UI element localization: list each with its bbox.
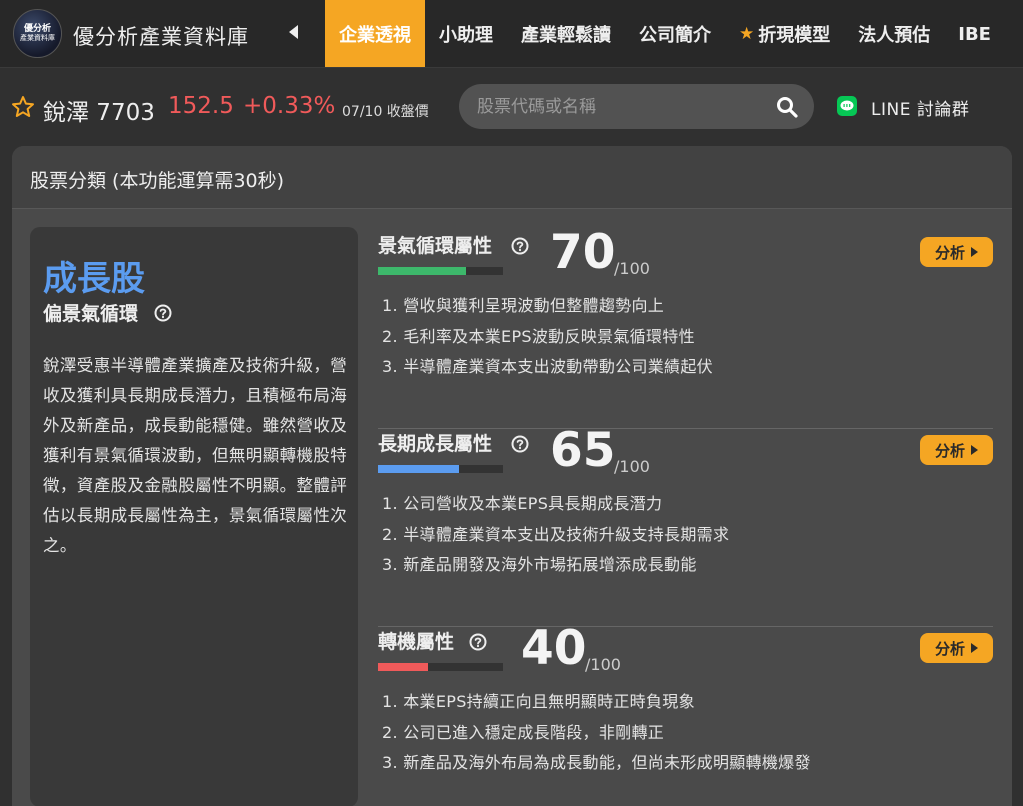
attribute-score-max: /100 bbox=[585, 655, 621, 674]
nav-tab-dcf-model[interactable]: ★ 折現模型 bbox=[725, 0, 844, 67]
stock-name-code: 銳澤 7703 bbox=[43, 100, 155, 126]
play-arrow-icon bbox=[971, 643, 978, 653]
attribute-score-max: /100 bbox=[614, 457, 650, 476]
search-box bbox=[459, 84, 814, 129]
classification-main-label: 成長股 bbox=[43, 259, 145, 299]
stock-classification-card: 股票分類 (本功能運算需30秒) 成長股 偏景氣循環 銳澤受惠半導體產業擴產及技… bbox=[12, 146, 1012, 806]
card-header: 股票分類 (本功能運算需30秒) bbox=[12, 146, 1012, 209]
nav-tab-label: 產業輕鬆讀 bbox=[521, 25, 611, 46]
play-arrow-icon bbox=[971, 445, 978, 455]
list-item: 2. 半導體產業資本支出及技術升級支持長期需求 bbox=[382, 524, 730, 544]
attribute-title: 長期成長屬性 bbox=[378, 433, 493, 455]
nav-tab-enterprise-insight[interactable]: 企業透視 bbox=[325, 0, 425, 67]
nav-tabs: 企業透視 小助理 產業輕鬆讀 公司簡介 ★ 折現模型 法人預估 IBE bbox=[325, 0, 1005, 67]
logo-text-line1: 優分析 bbox=[23, 24, 51, 34]
score-bar bbox=[378, 267, 503, 275]
play-arrow-icon bbox=[971, 247, 978, 257]
help-icon[interactable] bbox=[154, 304, 172, 326]
line-chat-icon[interactable] bbox=[837, 96, 857, 116]
analyze-button[interactable]: 分析 bbox=[920, 633, 993, 663]
search-input[interactable] bbox=[477, 84, 767, 129]
stock-date-status: 07/10 收盤價 bbox=[342, 104, 429, 120]
help-icon[interactable] bbox=[511, 435, 529, 457]
list-item: 3. 新產品開發及海外市場拓展增添成長動能 bbox=[382, 555, 697, 574]
help-icon[interactable] bbox=[469, 633, 487, 655]
search-icon[interactable] bbox=[776, 96, 798, 118]
list-item: 2. 毛利率及本業EPS波動反映景氣循環特性 bbox=[382, 326, 695, 346]
analyze-button-label: 分析 bbox=[934, 639, 965, 658]
list-item: 1. 本業EPS持續正向且無明顯時正時負現象 bbox=[382, 692, 695, 711]
analyze-button-label: 分析 bbox=[934, 441, 965, 460]
nav-tab-ibe[interactable]: IBE bbox=[944, 0, 1005, 67]
list-item: 2. 公司已進入穩定成長階段，非剛轉正 bbox=[382, 722, 665, 742]
brand-logo[interactable]: 優分析 產業資料庫 bbox=[13, 9, 62, 58]
list-item: 3. 新產品及海外布局為成長動能，但尚未形成明顯轉機爆發 bbox=[382, 753, 811, 772]
score-bar-fill bbox=[378, 267, 466, 275]
nav-tab-label: 企業透視 bbox=[339, 25, 411, 46]
nav-tab-label: 折現模型 bbox=[758, 25, 831, 46]
classification-description: 銳澤受惠半導體產業擴產及技術升級，營收及獲利具長期成長潛力，且積極布局海外及新產… bbox=[43, 356, 348, 555]
attribute-title: 景氣循環屬性 bbox=[378, 235, 493, 257]
nav-tab-label: 公司簡介 bbox=[639, 25, 711, 46]
analyze-button[interactable]: 分析 bbox=[920, 435, 993, 465]
attribute-points: 1. 本業EPS持續正向且無明顯時正時負現象 2. 公司已進入穩定成長階段，非剛… bbox=[382, 687, 811, 779]
attribute-score: 70 bbox=[550, 225, 616, 280]
nav-tab-assistant[interactable]: 小助理 bbox=[425, 0, 507, 67]
nav-scroll-left-icon[interactable] bbox=[287, 22, 301, 42]
nav-tab-industry-reading[interactable]: 產業輕鬆讀 bbox=[507, 0, 625, 67]
analyze-button-label: 分析 bbox=[934, 243, 965, 262]
attribute-score: 40 bbox=[521, 621, 587, 676]
help-icon[interactable] bbox=[511, 237, 529, 259]
attribute-title: 轉機屬性 bbox=[378, 631, 455, 653]
line-discussion-link[interactable]: LINE 討論群 bbox=[871, 95, 969, 120]
classification-summary-panel: 成長股 偏景氣循環 銳澤受惠半導體產業擴產及技術升級，營收及獲利具長期成長潛力，… bbox=[30, 227, 358, 806]
list-item: 1. 營收與獲利呈現波動但整體趨勢向上 bbox=[382, 296, 665, 315]
attribute-score-max: /100 bbox=[614, 259, 650, 278]
list-item: 3. 半導體產業資本支出波動帶動公司業績起伏 bbox=[382, 357, 713, 376]
top-nav: 優分析 產業資料庫 優分析產業資料庫 企業透視 小助理 產業輕鬆讀 公司簡介 ★… bbox=[0, 0, 1023, 68]
attribute-section-cyclical: 景氣循環屬性 70 /100 分析 1. 營收與獲利呈現波動但整體趨勢向上 2.… bbox=[378, 225, 993, 429]
attribute-score: 65 bbox=[550, 423, 616, 478]
list-item: 1. 公司營收及本業EPS具長期成長潛力 bbox=[382, 494, 663, 513]
stock-price: 152.5 bbox=[168, 93, 234, 119]
attribute-points: 1. 營收與獲利呈現波動但整體趨勢向上 2. 毛利率及本業EPS波動反映景氣循環… bbox=[382, 291, 713, 383]
nav-tab-institutional-forecast[interactable]: 法人預估 bbox=[844, 0, 944, 67]
nav-tab-label: 法人預估 bbox=[858, 25, 931, 46]
analyze-button[interactable]: 分析 bbox=[920, 237, 993, 267]
nav-tab-label: 小助理 bbox=[439, 25, 493, 46]
attribute-points: 1. 公司營收及本業EPS具長期成長潛力 2. 半導體產業資本支出及技術升級支持… bbox=[382, 489, 729, 581]
logo-text-line2: 產業資料庫 bbox=[20, 34, 55, 42]
brand-title[interactable]: 優分析產業資料庫 bbox=[73, 21, 249, 51]
attribute-section-long-term-growth: 長期成長屬性 65 /100 分析 1. 公司營收及本業EPS具長期成長潛力 2… bbox=[378, 423, 993, 627]
score-bar-fill bbox=[378, 465, 460, 473]
favorite-star-icon[interactable] bbox=[11, 95, 35, 123]
nav-tab-label: IBE bbox=[958, 23, 991, 45]
stock-change: +0.33% bbox=[243, 93, 336, 119]
score-bar bbox=[378, 465, 503, 473]
star-icon: ★ bbox=[739, 24, 755, 44]
attribute-section-turnaround: 轉機屬性 40 /100 分析 1. 本業EPS持續正向且無明顯時正時負現象 2… bbox=[378, 621, 993, 806]
card-title: 股票分類 (本功能運算需30秒) bbox=[30, 170, 285, 192]
classification-sub-label: 偏景氣循環 bbox=[43, 303, 139, 325]
nav-tab-company-profile[interactable]: 公司簡介 bbox=[625, 0, 725, 67]
score-bar bbox=[378, 663, 503, 671]
score-bar-fill bbox=[378, 663, 428, 671]
